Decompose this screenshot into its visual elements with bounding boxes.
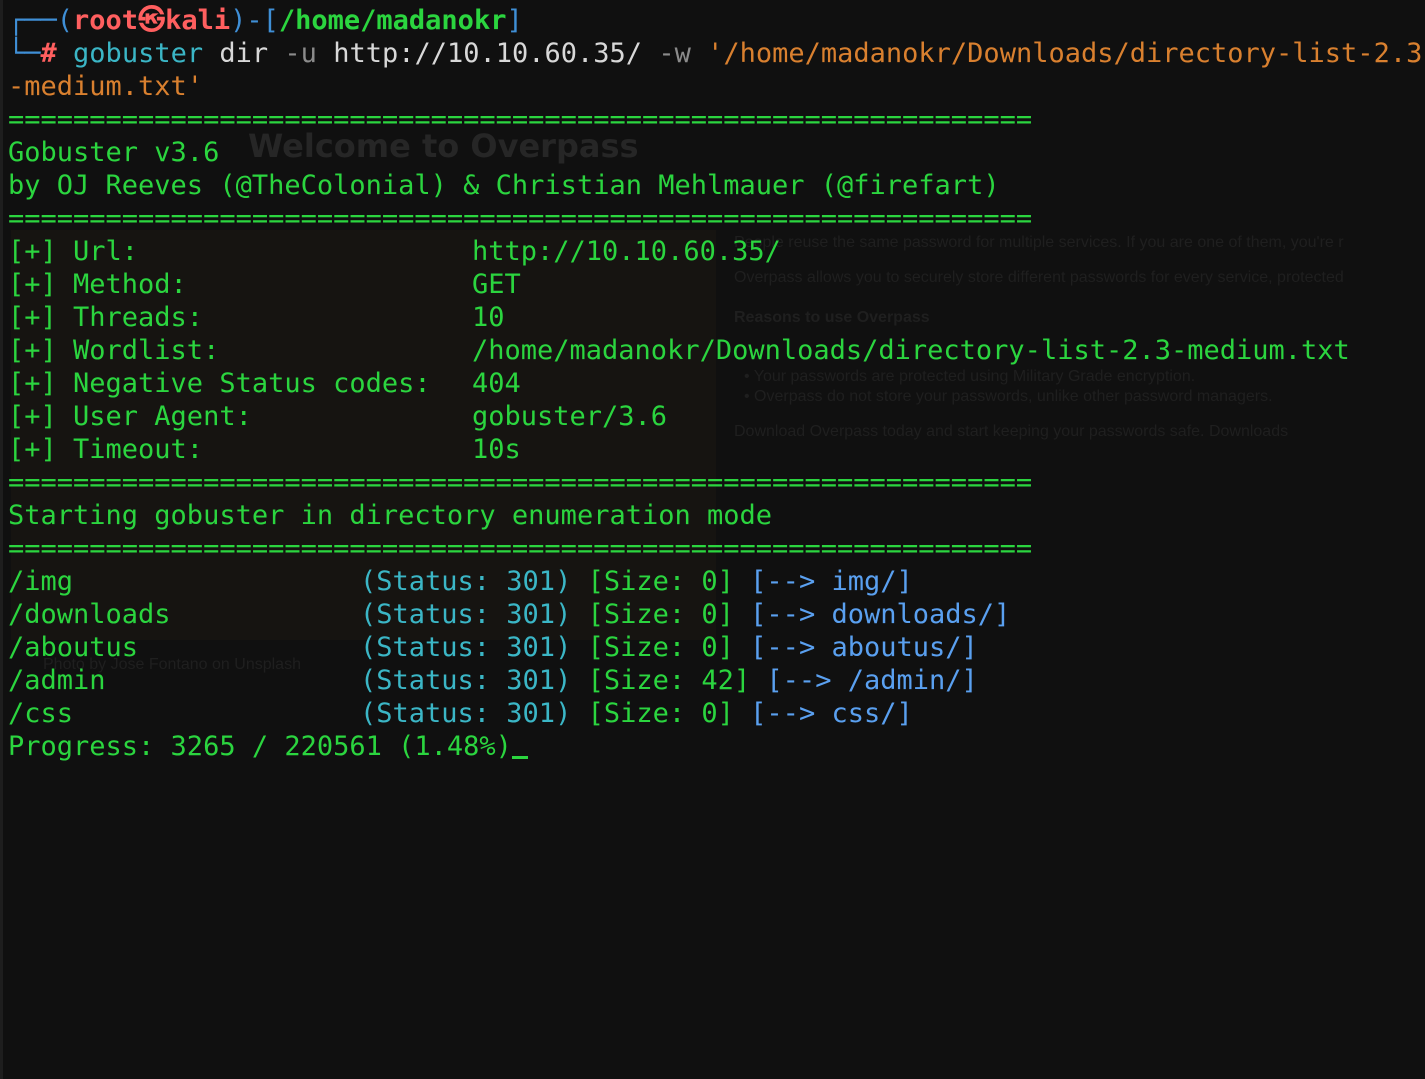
progress-line: Progress: 3265 / 220561 (1.48%) [8, 730, 1423, 763]
config-label: [+] Negative Status codes: [8, 368, 431, 399]
config-label: [+] Timeout: [8, 434, 204, 465]
terminal-cursor[interactable] [511, 756, 528, 759]
mode-message: Starting gobuster in directory enumerati… [8, 500, 773, 531]
separator-line: ========================================… [8, 104, 1033, 135]
result-size: [Size: 42] [587, 665, 751, 696]
terminal-output: ┌──(root㉿kali)-[/home/madanokr] └─# gobu… [8, 4, 1423, 763]
config-row: [+] Timeout: 10s [8, 433, 1423, 466]
banner-authors: by OJ Reeves (@TheColonial) & Christian … [8, 170, 1000, 201]
result-path: /css [8, 698, 74, 729]
result-redirect: [--> css/] [750, 698, 913, 729]
prompt-at-symbol: ㉿ [138, 5, 166, 36]
config-value: 404 [472, 368, 521, 399]
config-value: gobuster/3.6 [472, 401, 668, 432]
result-path: /downloads [8, 599, 171, 630]
command-url-flag: -u [284, 38, 317, 69]
result-status: (Status: 301) [360, 665, 572, 696]
result-path: /aboutus [8, 632, 139, 663]
command-wordlist-flag: -w [658, 38, 691, 69]
config-label: [+] Method: [8, 269, 187, 300]
result-redirect: [--> /admin/] [766, 665, 978, 696]
separator-line: ========================================… [8, 467, 1033, 498]
config-label: [+] User Agent: [8, 401, 252, 432]
config-row: [+] Url: http://10.10.60.35/ [8, 235, 1423, 268]
config-row: [+] Threads: 10 [8, 301, 1423, 334]
prompt-hash: # [40, 38, 57, 69]
command-url: http://10.10.60.35/ [333, 38, 643, 69]
result-path: /admin [8, 665, 106, 696]
config-label: [+] Url: [8, 236, 139, 267]
terminal-window[interactable]: Welcome to Overpass People reuse the sam… [0, 0, 1425, 1079]
result-size: [Size: 0] [587, 698, 734, 729]
prompt-line: ┌──(root㉿kali)-[/home/madanokr] [8, 5, 523, 36]
config-value: http://10.10.60.35/ [472, 236, 781, 267]
banner-version: Gobuster v3.6 [8, 137, 220, 168]
result-redirect: [--> aboutus/] [750, 632, 978, 663]
command-wordlist-part1: '/home/madanokr/Downloads/directory-list… [707, 38, 1423, 69]
result-redirect: [--> img/] [750, 566, 913, 597]
config-value: 10 [472, 302, 505, 333]
prompt-user: root [73, 5, 139, 36]
result-path: /img [8, 566, 74, 597]
result-row: /aboutus (Status: 301) [Size: 0] [--> abo… [8, 631, 1423, 664]
result-status: (Status: 301) [360, 698, 572, 729]
result-status: (Status: 301) [360, 566, 572, 597]
command-subcommand: dir [219, 38, 269, 69]
config-label: [+] Wordlist: [8, 335, 220, 366]
command-line-wrap: -medium.txt' [8, 70, 1423, 103]
result-row: /css (Status: 301) [Size: 0] [--> css/] [8, 697, 1423, 730]
config-value: GET [472, 269, 521, 300]
separator-line: ========================================… [8, 533, 1033, 564]
config-row: [+] Wordlist: /home/madanokr/Downloads/di… [8, 334, 1423, 367]
config-row: [+] Negative Status codes: 404 [8, 367, 1423, 400]
result-size: [Size: 0] [587, 599, 734, 630]
prompt-host: kali [165, 5, 231, 36]
result-status: (Status: 301) [360, 632, 572, 663]
result-size: [Size: 0] [587, 632, 734, 663]
command-program: gobuster [73, 38, 204, 69]
progress-text: Progress: 3265 / 220561 (1.48%) [8, 731, 512, 762]
config-row: [+] Method: GET [8, 268, 1423, 301]
config-value: /home/madanokr/Downloads/directory-list-… [472, 335, 1350, 366]
result-row: /img (Status: 301) [Size: 0] [--> img/] [8, 565, 1423, 598]
result-row: /downloads (Status: 301) [Size: 0] [--> d… [8, 598, 1423, 631]
config-value: 10s [472, 434, 521, 465]
result-redirect: [--> downloads/] [750, 599, 1011, 630]
command-line: └─# gobuster dir -u http://10.10.60.35/ … [8, 38, 1423, 69]
config-row: [+] User Agent: gobuster/3.6 [8, 400, 1423, 433]
separator-line: ========================================… [8, 203, 1033, 234]
result-status: (Status: 301) [360, 599, 572, 630]
prompt-path: /home/madanokr [278, 5, 507, 36]
config-label: [+] Threads: [8, 302, 204, 333]
result-size: [Size: 0] [587, 566, 734, 597]
command-wordlist-part2: -medium.txt' [8, 71, 204, 102]
result-row: /admin (Status: 301) [Size: 42] [--> /adm… [8, 664, 1423, 697]
